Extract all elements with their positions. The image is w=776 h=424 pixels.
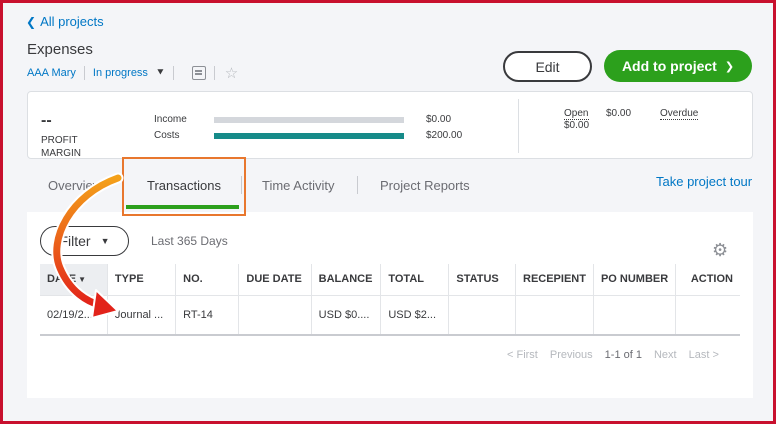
annotation-highlight-box [122,157,246,216]
cell-recepient [515,294,594,335]
column-header-type[interactable]: TYPE [107,264,177,295]
pager-count: 1-1 of 1 [604,349,642,361]
cell-due-date [238,294,312,335]
add-to-project-button[interactable]: Add to project ❯ [604,50,752,82]
income-bar [214,116,404,123]
table-row[interactable]: 02/19/2... Journal ... RT-14 USD $0.... … [40,294,740,335]
costs-row: Costs $200.00 [154,130,486,141]
column-header-balance[interactable]: BALANCE [311,264,382,295]
table-header-row: DATE ▼ TYPE NO. DUE DATE BALANCE TOTAL ST… [40,264,740,295]
customer-link[interactable]: AAA Mary [27,67,76,79]
income-label: Income [154,114,187,125]
cell-type: Journal ... [107,294,177,335]
pager-next[interactable]: Next [654,349,677,361]
cell-date: 02/19/2... [40,294,108,335]
open-sub-amount: $0.00 [564,120,590,131]
meta-divider [83,66,85,80]
date-range-label: Last 365 Days [151,234,228,248]
cell-no: RT-14 [175,294,240,335]
profit-margin-value: -- [41,112,52,129]
project-title: Expenses [27,41,93,58]
income-amount: $0.00 [426,114,452,125]
open-amount: $0.00 [606,108,632,119]
column-header-action: ACTION [675,264,740,295]
profit-margin-label: PROFIT MARGIN [41,135,81,159]
pager-last[interactable]: Last > [689,349,719,361]
filter-label: Filter [59,233,91,249]
filter-button[interactable]: Filter ▼ [40,226,129,256]
chevron-left-icon: ❮ [26,14,37,29]
transactions-panel: Filter ▼ Last 365 Days ⚙ DATE ▼ TYPE NO. … [27,212,753,398]
sort-down-icon: ▼ [78,275,87,285]
cell-action[interactable] [675,294,740,335]
costs-label: Costs [154,130,180,141]
edit-button[interactable]: Edit [503,51,592,82]
income-row: Income $0.00 [154,114,486,125]
cell-status [448,294,516,335]
column-header-date[interactable]: DATE ▼ [40,264,108,295]
pager-first[interactable]: < First [507,349,538,361]
tab-divider [357,176,358,194]
tab-time-activity[interactable]: Time Activity [262,178,334,193]
overdue-label[interactable]: Overdue [660,108,699,120]
tab-overview[interactable]: Overview [48,178,102,193]
tab-project-reports[interactable]: Project Reports [380,178,470,193]
chevron-down-icon[interactable]: ⯆ [156,67,165,80]
back-to-projects-link[interactable]: ❮ All projects [26,14,104,29]
star-icon[interactable]: ☆ [225,64,238,82]
project-summary-card: -- PROFIT MARGIN Income $0.00 Costs $200… [27,91,753,159]
costs-amount: $200.00 [426,130,463,141]
gear-icon[interactable]: ⚙ [712,240,728,261]
column-header-recepient[interactable]: RECEPIENT [515,264,594,295]
costs-bar [214,132,404,139]
caret-down-icon: ▼ [100,236,110,246]
notes-icon[interactable] [191,66,206,80]
take-project-tour-link[interactable]: Take project tour [656,174,752,189]
column-header-status[interactable]: STATUS [448,264,516,295]
project-meta: AAA Mary In progress ⯆ ☆ [27,64,238,82]
column-header-no[interactable]: NO. [175,264,240,295]
pagination: < First Previous 1-1 of 1 Next Last > [507,349,719,361]
meta-divider [172,66,174,80]
cell-balance: USD $0.... [311,294,382,335]
open-label: Open [564,108,590,120]
cell-po-number [593,294,677,335]
open-block[interactable]: Open $0.00 [564,108,590,131]
meta-divider [213,66,215,80]
transactions-table: DATE ▼ TYPE NO. DUE DATE BALANCE TOTAL ST… [40,264,740,336]
column-header-po-number[interactable]: PO NUMBER [593,264,677,295]
cell-total: USD $2... [380,294,450,335]
back-link-label: All projects [40,14,104,29]
chevron-down-icon: ❯ [724,60,735,73]
column-header-due-date[interactable]: DUE DATE [238,264,312,295]
column-header-total[interactable]: TOTAL [380,264,450,295]
add-to-project-label: Add to project [621,58,717,74]
pager-previous[interactable]: Previous [550,349,593,361]
status-dropdown[interactable]: In progress [93,67,148,79]
summary-divider [518,99,519,153]
